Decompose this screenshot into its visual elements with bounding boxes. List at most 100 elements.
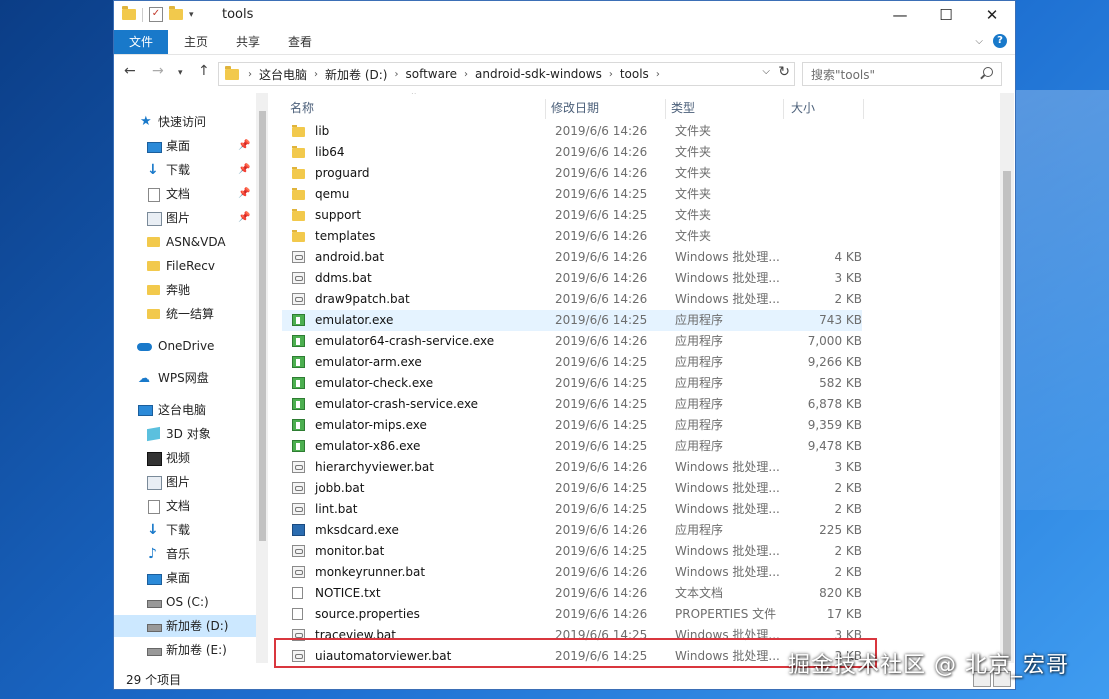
file-row[interactable]: lib 2019/6/6 14:26 文件夹 bbox=[282, 121, 862, 142]
file-row[interactable]: qemu 2019/6/6 14:25 文件夹 bbox=[282, 184, 862, 205]
tab-view[interactable]: 查看 bbox=[274, 30, 326, 54]
pin-icon[interactable]: 📌 bbox=[238, 159, 250, 181]
chevron-right-icon[interactable]: › bbox=[391, 69, 401, 80]
file-row[interactable]: emulator-arm.exe 2019/6/6 14:25 应用程序 9,266 … bbox=[282, 352, 862, 373]
file-row[interactable]: mksdcard.exe 2019/6/6 14:26 应用程序 225 KB bbox=[282, 520, 862, 541]
column-header-name[interactable]: 名称 bbox=[290, 97, 314, 119]
forward-button[interactable]: → bbox=[152, 63, 164, 79]
column-divider[interactable] bbox=[665, 99, 666, 119]
file-type: Windows 批处理... bbox=[675, 544, 780, 558]
file-row[interactable]: NOTICE.txt 2019/6/6 14:26 文本文档 820 KB bbox=[282, 583, 862, 604]
tab-home[interactable]: 主页 bbox=[170, 30, 222, 54]
breadcrumb-this-pc[interactable]: 这台电脑 bbox=[255, 66, 311, 83]
chevron-right-icon[interactable]: › bbox=[245, 69, 255, 80]
file-row[interactable]: draw9patch.bat 2019/6/6 14:26 Windows 批处理.… bbox=[282, 289, 862, 310]
nav-folder-filerecv[interactable]: FileRecv bbox=[114, 255, 268, 277]
tab-share[interactable]: 共享 bbox=[222, 30, 274, 54]
chevron-right-icon[interactable]: › bbox=[311, 69, 321, 80]
file-row[interactable]: emulator-check.exe 2019/6/6 14:25 应用程序 582 … bbox=[282, 373, 862, 394]
nav-onedrive[interactable]: OneDrive bbox=[114, 335, 268, 357]
file-row[interactable]: jobb.bat 2019/6/6 14:25 Windows 批处理... 2 KB bbox=[282, 478, 862, 499]
file-row[interactable]: ddms.bat 2019/6/6 14:26 Windows 批处理... 3 KB bbox=[282, 268, 862, 289]
file-row[interactable]: monkeyrunner.bat 2019/6/6 14:26 Windows 批处… bbox=[282, 562, 862, 583]
column-header-size[interactable]: 大小 bbox=[791, 97, 815, 119]
nav-downloads[interactable]: ↓ 下载 bbox=[114, 519, 268, 541]
nav-drive-d[interactable]: 新加卷 (D:) bbox=[114, 615, 268, 637]
nav-quick-access[interactable]: ★ 快速访问 bbox=[114, 111, 268, 133]
refresh-icon[interactable]: ↻ bbox=[778, 64, 790, 80]
file-row[interactable]: proguard 2019/6/6 14:26 文件夹 bbox=[282, 163, 862, 184]
nav-3d-objects[interactable]: 3D 对象 bbox=[114, 423, 268, 445]
chevron-right-icon[interactable]: › bbox=[606, 69, 616, 80]
title-bar[interactable]: ✓ ▾ tools — ☐ ✕ bbox=[114, 1, 1015, 29]
breadcrumb-software[interactable]: software bbox=[401, 67, 461, 81]
file-size: 9,478 KB bbox=[807, 439, 862, 453]
nav-documents-pinned[interactable]: 文档 📌 bbox=[114, 183, 268, 205]
file-row[interactable]: emulator-crash-service.exe 2019/6/6 14:25… bbox=[282, 394, 862, 415]
folder-icon bbox=[147, 285, 160, 295]
column-divider[interactable] bbox=[783, 99, 784, 119]
pin-icon[interactable]: 📌 bbox=[238, 135, 250, 157]
properties-icon[interactable]: ✓ bbox=[149, 7, 163, 22]
help-icon[interactable]: ? bbox=[993, 34, 1007, 48]
minimize-button[interactable]: — bbox=[877, 1, 923, 29]
nav-documents[interactable]: 文档 bbox=[114, 495, 268, 517]
expand-ribbon-icon[interactable]: ⌵ bbox=[975, 36, 983, 47]
maximize-button[interactable]: ☐ bbox=[923, 1, 969, 29]
file-row[interactable]: templates 2019/6/6 14:26 文件夹 bbox=[282, 226, 862, 247]
new-folder-icon[interactable] bbox=[169, 6, 183, 20]
recent-locations-icon[interactable]: ▾ bbox=[178, 68, 183, 78]
nav-pictures[interactable]: 图片 bbox=[114, 471, 268, 493]
nav-drive-c[interactable]: OS (C:) bbox=[114, 591, 268, 613]
file-name: lint.bat bbox=[315, 502, 358, 516]
search-input[interactable]: 搜索"tools" bbox=[802, 62, 1002, 86]
list-scrollbar-thumb[interactable] bbox=[1003, 171, 1011, 661]
nav-scrollbar-thumb[interactable] bbox=[259, 111, 266, 541]
close-button[interactable]: ✕ bbox=[969, 1, 1015, 29]
nav-wps-cloud[interactable]: ☁ WPS网盘 bbox=[114, 367, 268, 389]
address-bar[interactable]: › 这台电脑 › 新加卷 (D:) › software › android-s… bbox=[218, 62, 795, 86]
file-row[interactable]: source.properties 2019/6/6 14:26 PROPERTIE… bbox=[282, 604, 862, 625]
file-row[interactable]: emulator-x86.exe 2019/6/6 14:25 应用程序 9,478 … bbox=[282, 436, 862, 457]
nav-folder-asnvda[interactable]: ASN&VDA bbox=[114, 231, 268, 253]
file-row[interactable]: support 2019/6/6 14:25 文件夹 bbox=[282, 205, 862, 226]
nav-pictures-pinned[interactable]: 图片 📌 bbox=[114, 207, 268, 229]
column-header-date[interactable]: 修改日期 bbox=[551, 97, 599, 119]
file-row[interactable]: lint.bat 2019/6/6 14:25 Windows 批处理... 2 KB bbox=[282, 499, 862, 520]
nav-videos[interactable]: 视频 bbox=[114, 447, 268, 469]
nav-desktop-pinned[interactable]: 桌面 📌 bbox=[114, 135, 268, 157]
file-name: jobb.bat bbox=[315, 481, 365, 495]
nav-folder-settlement[interactable]: 统一结算 bbox=[114, 303, 268, 325]
nav-folder-benchi[interactable]: 奔驰 bbox=[114, 279, 268, 301]
back-button[interactable]: ← bbox=[124, 63, 136, 79]
nav-this-pc[interactable]: 这台电脑 bbox=[114, 399, 268, 421]
file-row[interactable]: emulator64-crash-service.exe 2019/6/6 14:… bbox=[282, 331, 862, 352]
pin-icon[interactable]: 📌 bbox=[238, 183, 250, 205]
pin-icon[interactable]: 📌 bbox=[238, 207, 250, 229]
file-row[interactable]: monitor.bat 2019/6/6 14:25 Windows 批处理... 2… bbox=[282, 541, 862, 562]
tab-file[interactable]: 文件 bbox=[114, 30, 169, 54]
folder-icon bbox=[292, 125, 305, 137]
file-row[interactable]: hierarchyviewer.bat 2019/6/6 14:26 Windows… bbox=[282, 457, 862, 478]
chevron-right-icon[interactable]: › bbox=[461, 69, 471, 80]
breadcrumb-android-sdk[interactable]: android-sdk-windows bbox=[471, 67, 606, 81]
customize-toolbar-icon[interactable]: ▾ bbox=[189, 10, 194, 20]
column-divider[interactable] bbox=[545, 99, 546, 119]
file-row[interactable]: android.bat 2019/6/6 14:26 Windows 批处理... 4… bbox=[282, 247, 862, 268]
up-button[interactable]: ↑ bbox=[198, 63, 210, 79]
nav-drive-e[interactable]: 新加卷 (E:) bbox=[114, 639, 268, 661]
nav-downloads-pinned[interactable]: ↓ 下载 📌 bbox=[114, 159, 268, 181]
nav-desktop[interactable]: 桌面 bbox=[114, 567, 268, 589]
breadcrumb-drive-d[interactable]: 新加卷 (D:) bbox=[321, 66, 391, 83]
address-history-dropdown-icon[interactable]: ⌵ bbox=[762, 66, 770, 77]
file-row[interactable]: emulator.exe 2019/6/6 14:25 应用程序 743 KB bbox=[282, 310, 862, 331]
column-header-type[interactable]: 类型 bbox=[671, 97, 695, 119]
file-row[interactable]: emulator-mips.exe 2019/6/6 14:25 应用程序 9,359… bbox=[282, 415, 862, 436]
column-divider[interactable] bbox=[863, 99, 864, 119]
item-count: 29 个项目 bbox=[126, 673, 182, 687]
file-row[interactable]: lib64 2019/6/6 14:26 文件夹 bbox=[282, 142, 862, 163]
nav-music[interactable]: ♪ 音乐 bbox=[114, 543, 268, 565]
breadcrumb-tools[interactable]: tools bbox=[616, 67, 653, 81]
file-modified-date: 2019/6/6 14:25 bbox=[555, 376, 648, 390]
chevron-right-icon[interactable]: › bbox=[653, 69, 663, 80]
